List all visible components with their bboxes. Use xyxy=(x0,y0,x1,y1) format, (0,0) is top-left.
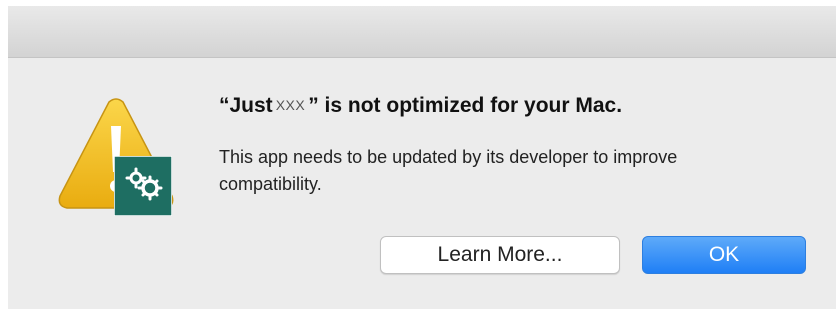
title-suffix: ” is not optimized for your Mac. xyxy=(308,94,623,117)
dialog-body: “Just XXX” is not optimized for your Mac.… xyxy=(8,58,836,309)
gears-icon xyxy=(113,155,173,217)
ok-button[interactable]: OK xyxy=(642,236,806,274)
dialog-message: This app needs to be updated by its deve… xyxy=(219,147,678,194)
dialog-title: “Just XXX” is not optimized for your Mac. xyxy=(219,94,622,118)
learn-more-button[interactable]: Learn More... xyxy=(380,236,620,274)
title-prefix: “Just xyxy=(219,94,273,117)
dialog-titlebar[interactable] xyxy=(8,6,836,58)
alert-dialog: “Just XXX” is not optimized for your Mac.… xyxy=(8,6,836,309)
redacted-app-name: XXX xyxy=(275,97,306,113)
